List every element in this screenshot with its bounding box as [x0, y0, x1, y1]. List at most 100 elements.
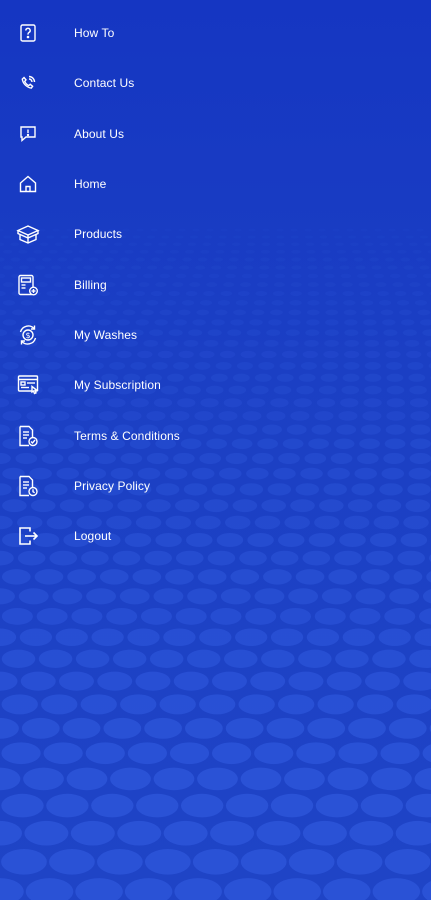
- background-dot: [71, 607, 103, 625]
- menu-label: Products: [74, 227, 123, 242]
- background-dot: [414, 767, 431, 791]
- background-dot: [327, 767, 369, 791]
- background-dot: [250, 671, 286, 691]
- background-dot: [144, 849, 191, 875]
- background-dot: [273, 878, 321, 900]
- background-dot: [263, 569, 292, 585]
- background-dot: [409, 649, 431, 669]
- document-check-icon: [15, 423, 41, 449]
- background-dot: [36, 607, 68, 625]
- background-dot: [1, 569, 31, 585]
- background-dot: [135, 671, 171, 691]
- background-dot: [261, 649, 295, 669]
- background-dot: [169, 742, 210, 765]
- background-dot: [307, 717, 346, 739]
- menu-label: Privacy Policy: [74, 478, 151, 493]
- background-dot: [306, 628, 340, 647]
- menu-item-logout[interactable]: Logout: [0, 511, 431, 561]
- menu-item-terms-conditions[interactable]: Terms & Conditions: [0, 410, 431, 460]
- background-dot: [405, 793, 431, 818]
- background-dot: [153, 767, 195, 791]
- menu-label: Home: [74, 177, 107, 192]
- background-dot: [223, 878, 272, 900]
- background-dot: [153, 588, 184, 605]
- phone-icon: [15, 70, 41, 96]
- background-dot: [254, 588, 285, 605]
- background-dot: [225, 793, 269, 818]
- background-dot: [180, 793, 224, 818]
- background-dot: [1, 793, 44, 818]
- menu-item-privacy-policy[interactable]: Privacy Policy: [0, 461, 431, 511]
- background-dot: [163, 628, 196, 647]
- background-dot: [70, 820, 115, 846]
- background-dot: [422, 589, 431, 604]
- background-dot: [192, 849, 239, 875]
- background-dot: [360, 569, 390, 585]
- background-dot: [59, 671, 94, 691]
- background-dot: [140, 607, 172, 625]
- menu-item-about-us[interactable]: About Us: [0, 109, 431, 159]
- background-dot: [321, 588, 352, 605]
- background-dot: [75, 649, 110, 669]
- background-dot: [186, 649, 221, 669]
- background-dot: [0, 628, 17, 647]
- background-dot: [112, 649, 147, 669]
- menu-item-products[interactable]: Products: [0, 209, 431, 259]
- background-dot: [110, 767, 151, 791]
- menu-item-my-washes[interactable]: $ My Washes: [0, 310, 431, 360]
- background-dot: [21, 717, 60, 739]
- background-dot: [270, 628, 304, 647]
- background-dot: [288, 588, 319, 605]
- background-dot: [1, 742, 41, 765]
- background-dot: [245, 607, 277, 625]
- background-dot: [199, 628, 232, 647]
- background-dot: [165, 569, 194, 585]
- background-dot: [34, 569, 64, 585]
- menu-item-contact-us[interactable]: Contact Us: [0, 58, 431, 108]
- menu-item-billing[interactable]: Billing: [0, 259, 431, 309]
- background-dot: [38, 649, 73, 669]
- menu-item-home[interactable]: Home: [0, 159, 431, 209]
- background-dot: [240, 849, 287, 875]
- billing-icon: [15, 272, 41, 298]
- background-dot: [0, 717, 19, 739]
- background-dot: [355, 588, 386, 605]
- menu-label: My Washes: [74, 327, 138, 342]
- background-dot: [103, 717, 142, 739]
- background-dot: [127, 742, 168, 765]
- background-dot: [23, 767, 64, 791]
- background-dot: [422, 881, 431, 900]
- background-dot: [364, 671, 400, 691]
- background-dot: [18, 588, 49, 605]
- background-dot: [256, 820, 301, 846]
- background-dot: [117, 820, 162, 846]
- background-dot: [124, 878, 173, 900]
- background-dot: [240, 767, 282, 791]
- background-dot: [388, 717, 427, 739]
- background-dot: [144, 717, 182, 739]
- background-dot: [1, 649, 36, 669]
- background-dot: [43, 742, 83, 765]
- background-dot: [106, 607, 138, 625]
- background-dot: [211, 671, 247, 691]
- background-dot: [315, 793, 359, 818]
- background-dot: [0, 820, 22, 846]
- background-dot: [296, 742, 336, 765]
- background-dot: [323, 878, 371, 900]
- background-dot: [86, 588, 116, 605]
- menu-item-how-to[interactable]: How To: [0, 8, 431, 58]
- background-dot: [336, 849, 383, 875]
- background-dot: [380, 742, 420, 765]
- background-dot: [1, 694, 38, 715]
- background-dot: [426, 571, 431, 583]
- background-dot: [20, 671, 56, 691]
- menu-item-my-subscription[interactable]: My Subscription: [0, 360, 431, 410]
- menu-label: Billing: [74, 277, 107, 292]
- background-dot: [185, 717, 223, 739]
- background-dot: [159, 694, 196, 715]
- background-dot: [136, 793, 179, 818]
- background-dot: [235, 628, 268, 647]
- background-dot: [199, 694, 236, 715]
- background-dot: [302, 820, 347, 846]
- background-dot: [254, 742, 294, 765]
